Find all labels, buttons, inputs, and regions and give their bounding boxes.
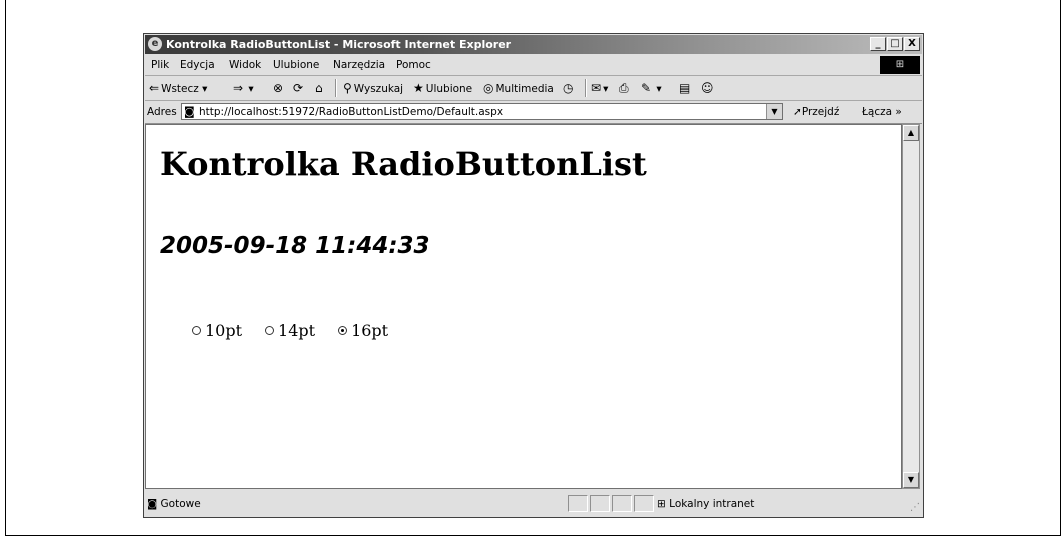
radio-option-14pt[interactable]: 14pt xyxy=(265,321,315,340)
edit-icon: ✎ xyxy=(641,81,652,95)
links-button[interactable]: Łącza » xyxy=(862,106,902,118)
forward-button[interactable]: ⇒ ▾ xyxy=(233,81,254,95)
toolbar: ⇐ Wstecz ▾ ⇒ ▾ ⊗ ⟳ ⌂ ⚲ Wyszukaj ★ Ulubione … xyxy=(145,76,922,101)
menu-bar: Plik Edycja Widok Ulubione Narzędzia Pom… xyxy=(145,55,922,76)
stop-button[interactable]: ⊗ xyxy=(273,81,285,95)
scroll-down-button[interactable]: ▼ xyxy=(903,472,919,488)
radio-option-10pt[interactable]: 10pt xyxy=(192,321,242,340)
menu-ulubione[interactable]: Ulubione xyxy=(273,59,319,71)
history-button[interactable]: ◷ xyxy=(563,81,575,95)
font-size-radio-list: 10pt 14pt 16pt xyxy=(192,321,388,340)
discuss-icon: ▤ xyxy=(679,81,691,95)
menu-widok[interactable]: Widok xyxy=(229,59,261,71)
home-icon: ⌂ xyxy=(315,81,323,95)
messenger-button[interactable]: ☺ xyxy=(701,81,716,95)
vertical-scrollbar[interactable]: ▲ ▼ xyxy=(902,124,920,489)
menu-narzedzia[interactable]: Narzędzia xyxy=(333,59,385,71)
stop-icon: ⊗ xyxy=(273,81,284,95)
go-button[interactable]: ➚Przejdź xyxy=(793,106,839,118)
address-input[interactable]: ◙ http://localhost:51972/RadioButtonList… xyxy=(181,103,783,120)
window-title: Kontrolka RadioButtonList - Microsoft In… xyxy=(166,38,512,51)
messenger-icon: ☺ xyxy=(701,81,714,95)
status-cell xyxy=(568,495,588,512)
status-bar: ◙ Gotowe ⊞ Lokalny intranet ⋰ xyxy=(145,493,922,515)
back-label: Wstecz xyxy=(161,83,199,95)
home-button[interactable]: ⌂ xyxy=(315,81,325,95)
maximize-button[interactable]: □ xyxy=(887,37,903,51)
print-icon: ⎙ xyxy=(619,81,629,95)
zone-text: Lokalny intranet xyxy=(669,498,755,510)
history-icon: ◷ xyxy=(563,81,574,95)
close-button[interactable]: X xyxy=(904,37,920,51)
minimize-button[interactable]: _ xyxy=(870,37,886,51)
back-arrow-icon: ⇐ xyxy=(149,81,160,95)
timestamp-label: 2005-09-18 11:44:33 xyxy=(160,233,430,259)
intranet-icon: ⊞ xyxy=(657,498,666,510)
radio-button-checked[interactable] xyxy=(338,326,348,335)
radio-button[interactable] xyxy=(192,326,201,335)
address-url: http://localhost:51972/RadioButtonListDe… xyxy=(199,106,504,118)
windows-logo-icon: ⊞ xyxy=(880,56,920,74)
favorites-button[interactable]: ★ Ulubione xyxy=(413,81,472,95)
go-label: Przejdź xyxy=(801,106,840,118)
status-cell xyxy=(612,495,632,512)
favorites-label: Ulubione xyxy=(425,83,473,95)
ie-icon: e xyxy=(148,37,162,51)
print-button[interactable]: ⎙ xyxy=(619,81,631,96)
status-cell xyxy=(590,495,610,512)
address-bar: Adres ◙ http://localhost:51972/RadioButt… xyxy=(145,101,922,124)
forward-arrow-icon: ⇒ xyxy=(233,81,244,95)
refresh-button[interactable]: ⟳ xyxy=(293,81,305,95)
page-title: Kontrolka RadioButtonList xyxy=(160,145,647,183)
discuss-button[interactable]: ▤ xyxy=(679,81,692,95)
address-label: Adres xyxy=(147,106,177,118)
multimedia-icon: ◎ xyxy=(483,81,494,95)
scroll-up-button[interactable]: ▲ xyxy=(903,125,919,141)
multimedia-button[interactable]: ◎ Multimedia xyxy=(483,81,554,95)
search-button[interactable]: ⚲ Wyszukaj xyxy=(343,81,403,95)
menu-plik[interactable]: Plik xyxy=(151,59,169,71)
title-bar[interactable]: e Kontrolka RadioButtonList - Microsoft … xyxy=(145,35,922,54)
page-status-icon: ◙ xyxy=(147,498,158,510)
search-label: Wyszukaj xyxy=(353,83,404,95)
resize-grip-icon[interactable]: ⋰ xyxy=(910,502,920,513)
address-dropdown-icon[interactable]: ▼ xyxy=(766,104,782,119)
page-content: Kontrolka RadioButtonList 2005-09-18 11:… xyxy=(145,124,902,489)
status-cell xyxy=(634,495,654,512)
mail-icon: ✉ xyxy=(591,81,602,95)
zone-indicator: ⊞ Lokalny intranet xyxy=(657,498,754,510)
page-icon: ◙ xyxy=(184,105,195,118)
go-arrow-icon: ➚ xyxy=(793,106,802,118)
browser-window: e Kontrolka RadioButtonList - Microsoft … xyxy=(143,33,924,518)
multimedia-label: Multimedia xyxy=(495,83,554,95)
edit-button[interactable]: ✎ ▾ xyxy=(641,81,662,95)
radio-button[interactable] xyxy=(265,326,275,335)
toolbar-separator xyxy=(335,79,337,97)
radio-label: 16pt xyxy=(351,321,389,340)
radio-label: 14pt xyxy=(278,321,316,340)
menu-edycja[interactable]: Edycja xyxy=(180,59,215,71)
refresh-icon: ⟳ xyxy=(293,81,304,95)
menu-pomoc[interactable]: Pomoc xyxy=(396,59,431,71)
radio-label: 10pt xyxy=(205,321,243,340)
radio-option-16pt[interactable]: 16pt xyxy=(338,321,388,340)
favorites-icon: ★ xyxy=(413,81,424,95)
back-button[interactable]: ⇐ Wstecz ▾ xyxy=(149,81,207,95)
mail-button[interactable]: ✉ ▾ xyxy=(591,81,608,95)
status-text-wrap: ◙ Gotowe xyxy=(147,498,201,510)
toolbar-separator xyxy=(585,79,587,97)
links-label: Łącza xyxy=(862,106,893,118)
status-text: Gotowe xyxy=(160,498,201,510)
search-icon: ⚲ xyxy=(343,81,352,95)
